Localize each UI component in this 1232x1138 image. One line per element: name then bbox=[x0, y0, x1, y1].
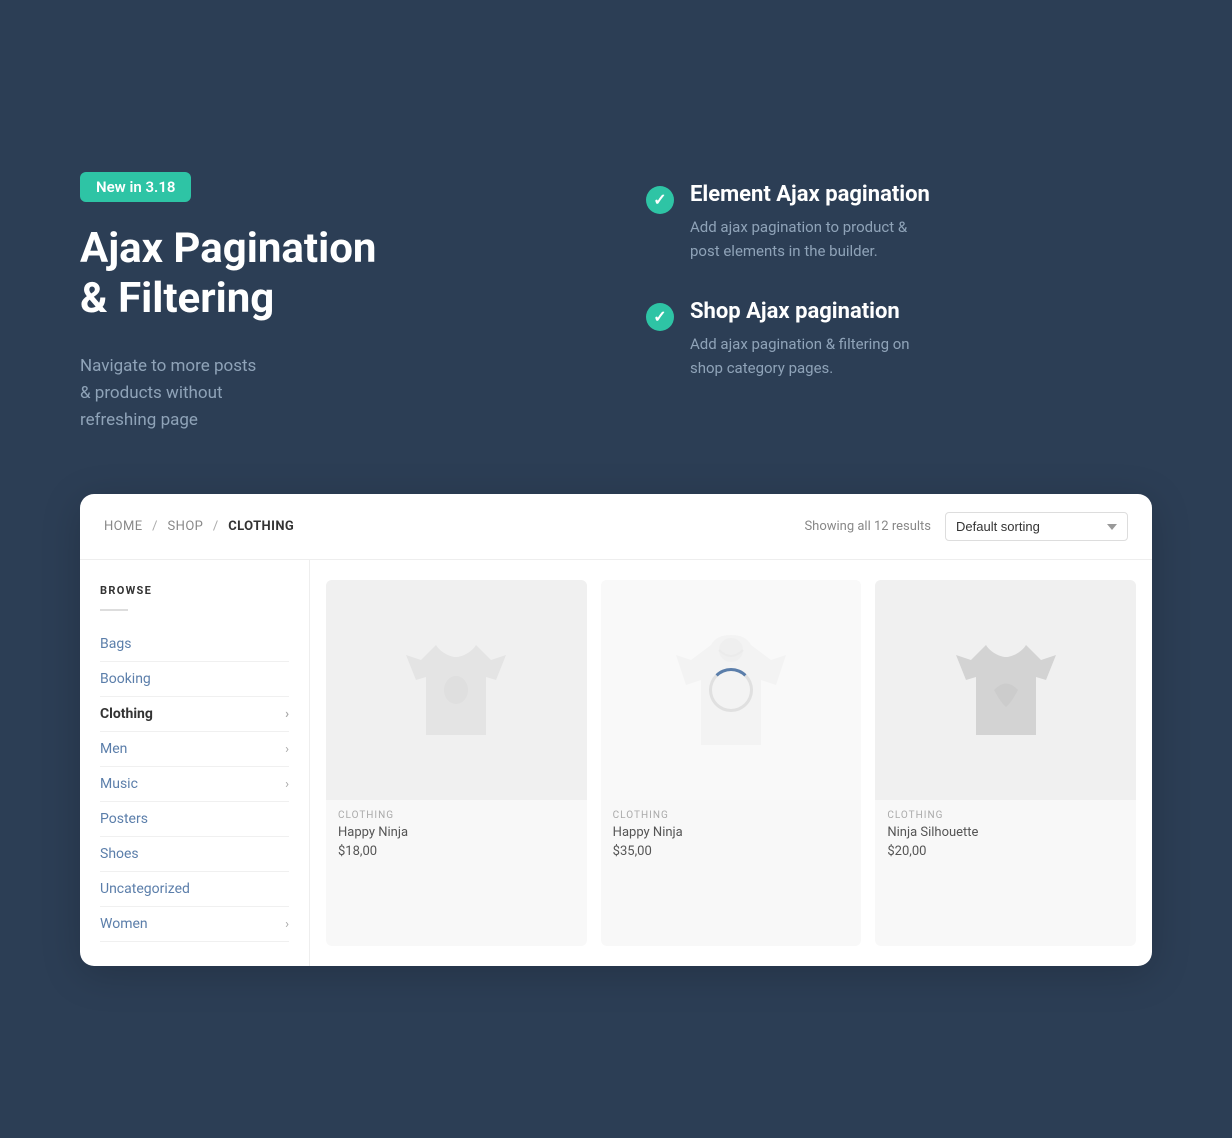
product-info-2: CLOTHING Happy Ninja $35,00 bbox=[601, 800, 862, 873]
product-image-1 bbox=[326, 580, 587, 800]
sidebar-item-booking[interactable]: Booking bbox=[100, 662, 289, 697]
breadcrumb-sep2: / bbox=[213, 519, 219, 534]
sort-area: Showing all 12 results Default sorting S… bbox=[804, 512, 1128, 541]
product-info-3: CLOTHING Ninja Silhouette $20,00 bbox=[875, 800, 1136, 873]
sidebar-item-bags-label: Bags bbox=[100, 636, 131, 652]
chevron-down-icon-music: › bbox=[285, 777, 289, 792]
sidebar-item-bags[interactable]: Bags bbox=[100, 627, 289, 662]
sidebar-item-shoes-label: Shoes bbox=[100, 846, 139, 862]
feature-item-1: Element Ajax pagination Add ajax paginat… bbox=[646, 182, 1152, 263]
sidebar-item-women[interactable]: Women › bbox=[100, 907, 289, 942]
product-card-1[interactable]: CLOTHING Happy Ninja $18,00 bbox=[326, 580, 587, 946]
shop-header: HOME / SHOP / CLOTHING Showing all 12 re… bbox=[80, 494, 1152, 560]
sidebar-item-uncategorized-label: Uncategorized bbox=[100, 881, 190, 897]
product-image-2 bbox=[601, 580, 862, 800]
feature-title-2: Shop Ajax pagination bbox=[690, 299, 910, 324]
shop-card: HOME / SHOP / CLOTHING Showing all 12 re… bbox=[80, 494, 1152, 966]
loading-spinner bbox=[709, 668, 753, 712]
breadcrumb: HOME / SHOP / CLOTHING bbox=[104, 519, 294, 534]
product-card-3[interactable]: CLOTHING Ninja Silhouette $20,00 bbox=[875, 580, 1136, 946]
check-icon-2 bbox=[646, 303, 674, 331]
sidebar-item-posters[interactable]: Posters bbox=[100, 802, 289, 837]
sidebar-item-booking-label: Booking bbox=[100, 671, 151, 687]
main-description: Navigate to more posts& products without… bbox=[80, 353, 586, 435]
main-title: Ajax Pagination& Filtering bbox=[80, 224, 586, 325]
product-name-2: Happy Ninja bbox=[613, 825, 850, 840]
feature-item-2: Shop Ajax pagination Add ajax pagination… bbox=[646, 299, 1152, 380]
chevron-down-icon-men: › bbox=[285, 742, 289, 757]
feature-desc-1: Add ajax pagination to product &post ele… bbox=[690, 215, 930, 263]
feature-text-2: Shop Ajax pagination Add ajax pagination… bbox=[690, 299, 910, 380]
version-badge: New in 3.18 bbox=[80, 172, 191, 202]
browse-divider bbox=[100, 609, 128, 611]
sidebar-item-music-label: Music bbox=[100, 776, 138, 792]
product-category-1: CLOTHING bbox=[338, 810, 575, 821]
check-icon-1 bbox=[646, 186, 674, 214]
right-col: Element Ajax pagination Add ajax paginat… bbox=[646, 172, 1152, 380]
breadcrumb-shop[interactable]: SHOP bbox=[168, 519, 204, 534]
chevron-down-icon-clothing: › bbox=[285, 707, 289, 722]
sidebar-item-clothing-label: Clothing bbox=[100, 706, 153, 722]
outer-container: New in 3.18 Ajax Pagination& Filtering N… bbox=[80, 172, 1152, 966]
product-category-2: CLOTHING bbox=[613, 810, 850, 821]
product-card-2[interactable]: CLOTHING Happy Ninja $35,00 bbox=[601, 580, 862, 946]
product-price-2: $35,00 bbox=[613, 844, 850, 859]
products-area: CLOTHING Happy Ninja $18,00 bbox=[310, 560, 1152, 966]
sidebar: BROWSE Bags Booking Clothing › Men › Mu bbox=[80, 560, 310, 966]
feature-text-1: Element Ajax pagination Add ajax paginat… bbox=[690, 182, 930, 263]
feature-title-1: Element Ajax pagination bbox=[690, 182, 930, 207]
sidebar-item-men-label: Men bbox=[100, 741, 127, 757]
breadcrumb-sep1: / bbox=[152, 519, 158, 534]
breadcrumb-home[interactable]: HOME bbox=[104, 519, 143, 534]
product-price-1: $18,00 bbox=[338, 844, 575, 859]
left-col: New in 3.18 Ajax Pagination& Filtering N… bbox=[80, 172, 586, 434]
top-section: New in 3.18 Ajax Pagination& Filtering N… bbox=[80, 172, 1152, 434]
product-image-3 bbox=[875, 580, 1136, 800]
browse-label: BROWSE bbox=[100, 584, 289, 597]
chevron-down-icon-women: › bbox=[285, 917, 289, 932]
product-price-3: $20,00 bbox=[887, 844, 1124, 859]
product-category-3: CLOTHING bbox=[887, 810, 1124, 821]
feature-desc-2: Add ajax pagination & filtering onshop c… bbox=[690, 332, 910, 380]
sidebar-item-clothing[interactable]: Clothing › bbox=[100, 697, 289, 732]
sort-select[interactable]: Default sorting Sort by popularity Sort … bbox=[945, 512, 1128, 541]
spinner-overlay bbox=[601, 580, 862, 800]
shop-body: BROWSE Bags Booking Clothing › Men › Mu bbox=[80, 560, 1152, 966]
sidebar-item-posters-label: Posters bbox=[100, 811, 148, 827]
tshirt-icon-2 bbox=[956, 635, 1056, 745]
breadcrumb-active: CLOTHING bbox=[228, 519, 294, 534]
sidebar-item-music[interactable]: Music › bbox=[100, 767, 289, 802]
sidebar-item-uncategorized[interactable]: Uncategorized bbox=[100, 872, 289, 907]
product-name-1: Happy Ninja bbox=[338, 825, 575, 840]
tshirt-icon-1 bbox=[406, 635, 506, 745]
sidebar-item-men[interactable]: Men › bbox=[100, 732, 289, 767]
product-name-3: Ninja Silhouette bbox=[887, 825, 1124, 840]
sidebar-item-women-label: Women bbox=[100, 916, 148, 932]
sidebar-item-shoes[interactable]: Shoes bbox=[100, 837, 289, 872]
results-text: Showing all 12 results bbox=[804, 519, 931, 534]
product-info-1: CLOTHING Happy Ninja $18,00 bbox=[326, 800, 587, 873]
